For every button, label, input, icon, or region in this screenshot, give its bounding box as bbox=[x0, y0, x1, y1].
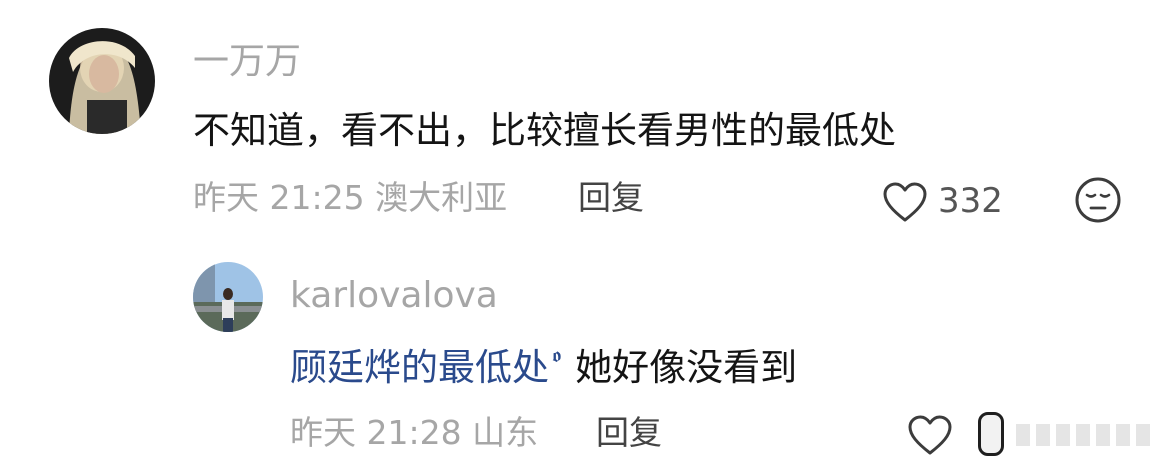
avatar[interactable] bbox=[193, 262, 263, 332]
comment-thread: 一万万 不知道，看不出，比较擅长看男性的最低处 昨天 21:25 澳大利亚 回复… bbox=[0, 0, 1170, 464]
watermark-logo bbox=[968, 410, 1164, 456]
comment-text: 不知道，看不出，比较擅长看男性的最低处 bbox=[193, 109, 896, 152]
comment-meta: 昨天 21:28 山东 bbox=[290, 413, 539, 452]
heart-outline-icon[interactable] bbox=[882, 181, 928, 223]
watermark-icon bbox=[978, 412, 1004, 456]
reply-button[interactable]: 回复 bbox=[596, 416, 662, 449]
comment-username[interactable]: 一万万 bbox=[193, 44, 301, 80]
user-avatar-image bbox=[49, 28, 155, 134]
comment-text-body: 她好像没看到 bbox=[575, 346, 798, 389]
comment-text: 顾廷烨的最低处 𝖔 她好像没看到 bbox=[290, 345, 797, 386]
heart-outline-icon[interactable] bbox=[907, 414, 953, 456]
watermark-text-blur bbox=[1016, 424, 1156, 446]
mention-link[interactable]: 顾廷烨的最低处 bbox=[290, 346, 549, 389]
comment-meta: 昨天 21:25 澳大利亚 bbox=[193, 178, 508, 217]
avatar[interactable] bbox=[49, 28, 155, 134]
comment-username[interactable]: karlovalova bbox=[290, 278, 498, 314]
user-avatar-image bbox=[193, 262, 263, 332]
reply-button[interactable]: 回复 bbox=[578, 181, 644, 214]
like-count: 332 bbox=[938, 181, 1003, 221]
expressionless-face-icon[interactable] bbox=[1074, 176, 1122, 224]
search-icon[interactable]: 𝖔 bbox=[552, 343, 561, 367]
